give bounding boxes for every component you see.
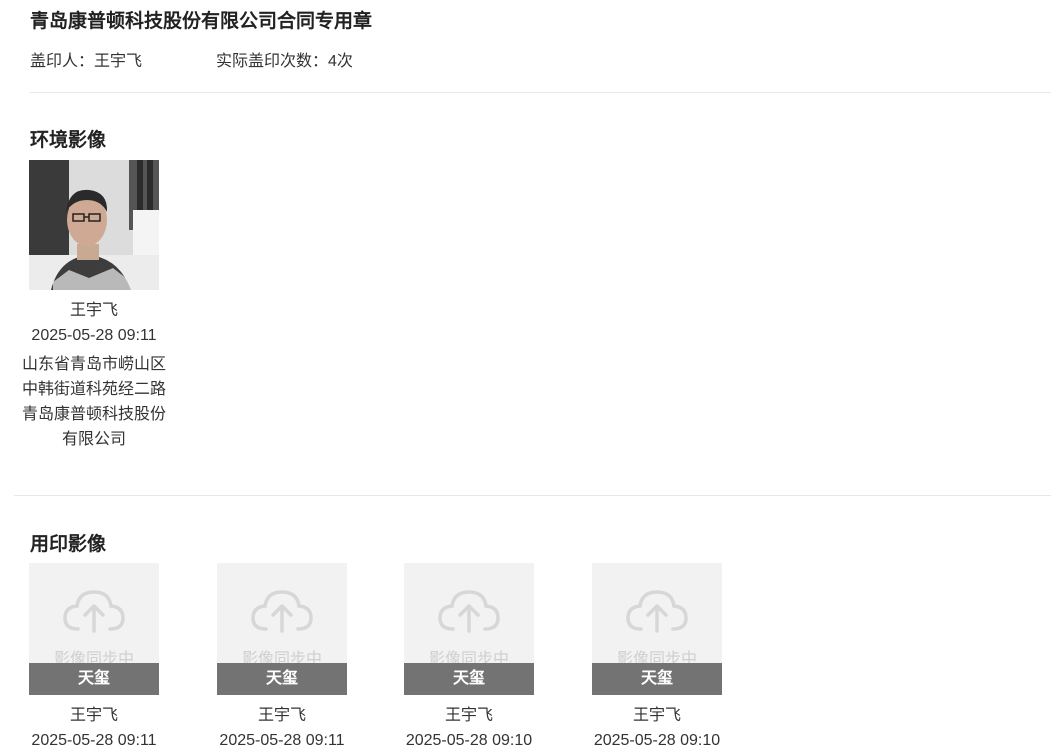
seal-type-label: 天玺	[29, 663, 159, 695]
cloud-upload-icon	[251, 590, 313, 633]
seal-type-label: 天玺	[217, 663, 347, 695]
seal-image-card: 影像同步中 天玺 王宇飞 2025-05-28 09:11	[14, 563, 174, 753]
seal-image-placeholder[interactable]: 影像同步中 天玺	[592, 563, 722, 695]
address-line: 山东省青岛市崂山区	[21, 356, 166, 373]
address-line: 青岛康普顿科技股份	[21, 406, 166, 423]
divider	[14, 495, 1051, 496]
stamper-info: 盖印人：王宇飞	[30, 47, 142, 71]
seal-timestamp: 2025-05-28 09:11	[31, 732, 157, 749]
seal-timestamp: 2025-05-28 09:11	[219, 732, 345, 749]
seal-section-title: 用印影像	[30, 534, 107, 555]
seal-image-card: 影像同步中 天玺 王宇飞 2025-05-28 09:10	[577, 563, 737, 753]
seal-person-name: 王宇飞	[69, 707, 118, 724]
seal-image-card: 影像同步中 天玺 王宇飞 2025-05-28 09:10	[389, 563, 549, 753]
stamp-count-info: 实际盖印次数：4次	[216, 47, 353, 71]
environment-timestamp: 2025-05-28 09:11	[31, 327, 157, 344]
seal-person-name: 王宇飞	[257, 707, 306, 724]
environment-photo[interactable]	[29, 160, 159, 290]
seal-timestamp: 2025-05-28 09:10	[593, 732, 721, 749]
seal-type-label: 天玺	[404, 663, 534, 695]
cloud-upload-icon	[626, 590, 688, 633]
seal-timestamp: 2025-05-28 09:10	[405, 732, 533, 749]
seal-image-placeholder[interactable]: 影像同步中 天玺	[217, 563, 347, 695]
cloud-upload-icon	[63, 590, 125, 633]
environment-address: 山东省青岛市崂山区 中韩街道科苑经二路 青岛康普顿科技股份 有限公司	[14, 352, 174, 452]
seal-type-label: 天玺	[592, 663, 722, 695]
stamp-count-value: 4次	[328, 53, 353, 70]
environment-photo-card: 王宇飞 2025-05-28 09:11 山东省青岛市崂山区 中韩街道科苑经二路…	[14, 160, 174, 452]
stamper-name: 王宇飞	[94, 53, 143, 70]
seal-person-name: 王宇飞	[632, 707, 681, 724]
divider	[30, 92, 1051, 93]
seal-image-placeholder[interactable]: 影像同步中 天玺	[29, 563, 159, 695]
cloud-upload-icon	[438, 590, 500, 633]
environment-section-title: 环境影像	[30, 130, 107, 151]
stamp-count-label: 实际盖印次数：	[216, 53, 329, 70]
address-line: 有限公司	[61, 431, 126, 448]
seal-image-placeholder[interactable]: 影像同步中 天玺	[404, 563, 534, 695]
stamper-label: 盖印人：	[30, 53, 95, 70]
seal-image-card: 影像同步中 天玺 王宇飞 2025-05-28 09:11	[202, 563, 362, 753]
seal-person-name: 王宇飞	[444, 707, 493, 724]
page-title: 青岛康普顿科技股份有限公司合同专用章	[30, 11, 373, 32]
environment-person-name: 王宇飞	[69, 302, 118, 319]
address-line: 中韩街道科苑经二路	[21, 381, 166, 398]
